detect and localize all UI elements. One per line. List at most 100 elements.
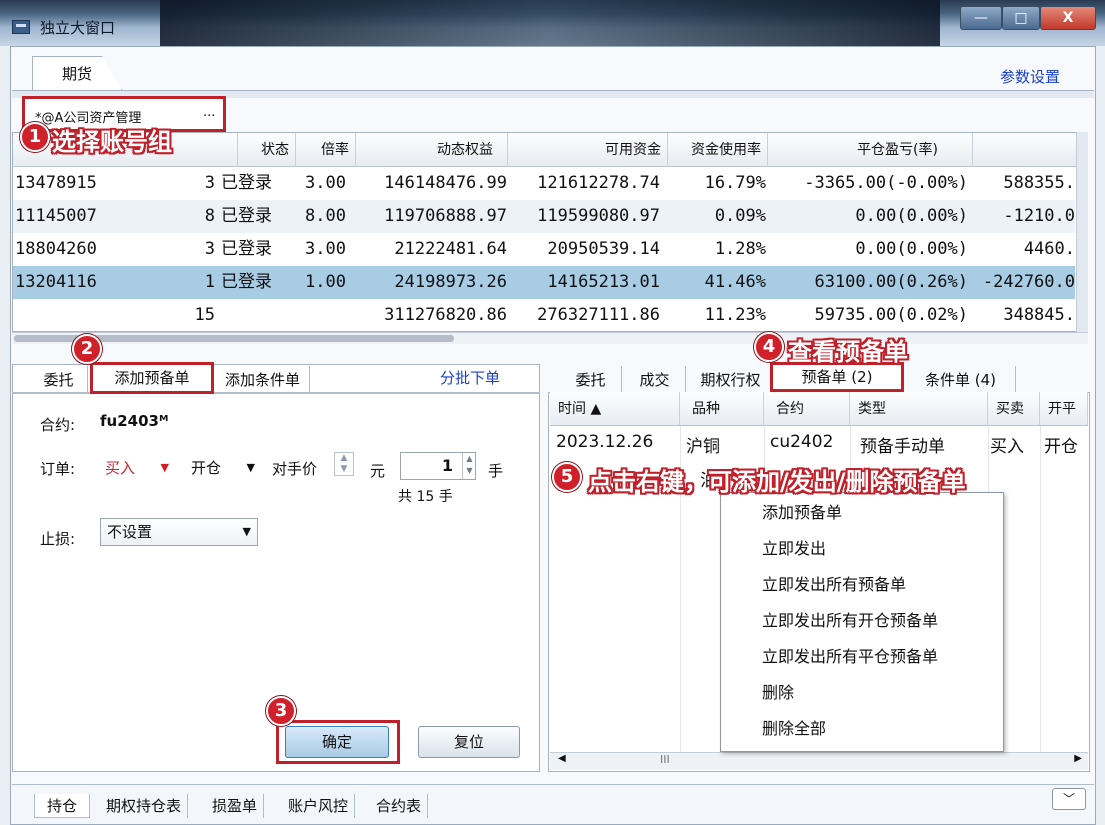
menu-send-all[interactable]: 立即发出所有预备单 (762, 572, 906, 598)
cell-pnl: -3365.00(-0.00%) (804, 173, 968, 193)
stoploss-label: 止损: (40, 530, 76, 548)
cell-pnl: 63100.00(0.26%) (814, 272, 968, 292)
reset-button[interactable]: 复位 (418, 726, 520, 758)
account-table-header: 状态 倍率 动态权益 可用资金 资金使用率 平仓盈亏(率) (13, 133, 1087, 167)
col-usage[interactable]: 资金使用率 (668, 133, 768, 167)
cell-available: 121612278.74 (537, 173, 660, 193)
col-contract[interactable]: 合约 (764, 392, 850, 426)
account-row[interactable]: 13478915 3 已登录 3.00 146148476.99 121612278.74… (13, 167, 1075, 200)
cell-extra: 348845. (1003, 305, 1075, 325)
callout-badge-3: 3 (266, 696, 296, 726)
col-type[interactable]: 类型 (850, 392, 988, 426)
cell-count: 3 (204, 173, 215, 193)
minimize-button[interactable]: — (960, 6, 1002, 30)
direction-dropdown[interactable]: 买入 ▼ (98, 454, 176, 482)
title-bar (0, 0, 1105, 46)
callout-badge-2: 2 (72, 334, 102, 364)
batch-order-link[interactable]: 分批下单 (440, 367, 500, 388)
account-total-row[interactable]: 15 311276820.86 276327111.86 11.23% 59735.00… (13, 299, 1075, 332)
tab-stop-orders[interactable]: 损盈单 (206, 794, 265, 818)
total-lots: 共 15 手 (398, 489, 453, 505)
cell-equity: 119706888.97 (384, 206, 507, 226)
col-close-pnl[interactable]: 平仓盈亏(率) (768, 133, 973, 167)
cell-status: 已登录 (221, 272, 272, 292)
contract-value[interactable]: fu2403ᴹ (100, 412, 168, 430)
callout-badge-4: 4 (754, 332, 784, 362)
cell-usage: 1.28% (714, 239, 766, 259)
offset-dropdown[interactable]: 开仓 ▼ (184, 454, 262, 482)
col-equity[interactable]: 动态权益 (356, 133, 508, 167)
row-time: 2023.12.26 (556, 432, 654, 452)
menu-send-now[interactable]: 立即发出 (762, 536, 826, 562)
tab-orders[interactable]: 委托 (560, 366, 622, 394)
cell-extra: 4460. (1023, 239, 1075, 259)
maximize-button[interactable]: □ (1002, 6, 1040, 30)
col-product[interactable]: 品种 (680, 392, 764, 426)
callout-badge-1: 1 (20, 122, 50, 152)
price-type[interactable]: 对手价 (272, 458, 317, 479)
callout-badge-5: 5 (552, 462, 582, 492)
close-button[interactable]: X (1040, 6, 1096, 30)
col-status[interactable]: 状态 (238, 133, 296, 167)
cell-status: 已登录 (221, 206, 272, 226)
menu-send-all-open[interactable]: 立即发出所有开仓预备单 (762, 608, 938, 634)
window-title: 独立大窗口 (40, 19, 116, 37)
cell-pnl: 59735.00(0.02%) (814, 305, 968, 325)
order-label: 订单: (40, 460, 76, 478)
col-offset[interactable]: 开平 (1040, 392, 1088, 426)
cell-count: 1 (204, 272, 215, 292)
callout-text-4: 查看预备单 (788, 338, 908, 366)
orders-horizontal-scrollbar[interactable]: ◀ III ▶ (550, 752, 1088, 770)
cell-equity: 24198973.26 (394, 272, 507, 292)
quantity-stepper[interactable]: ▲ ▼ (462, 453, 476, 479)
vertical-scrollbar[interactable] (1076, 132, 1088, 332)
cell-status: 已登录 (221, 239, 272, 259)
tab-option-exercise[interactable]: 期权行权 (690, 366, 772, 394)
cell-available: 119599080.97 (537, 206, 660, 226)
tab-trades[interactable]: 成交 (624, 366, 686, 394)
confirm-button[interactable]: 确定 (285, 726, 389, 758)
tab-add-conditional-order[interactable]: 添加条件单 (216, 366, 310, 394)
stoploss-dropdown[interactable]: 不设置 ▼ (100, 518, 258, 546)
account-row[interactable]: 11145007 8 已登录 8.00 119706888.97 119599080.97… (13, 200, 1075, 233)
tab-account-risk[interactable]: 账户风控 (282, 794, 356, 818)
cell-pnl: 0.00(0.00%) (855, 206, 968, 226)
col-available[interactable]: 可用资金 (508, 133, 668, 167)
col-rate[interactable]: 倍率 (296, 133, 356, 167)
col-side[interactable]: 买卖 (988, 392, 1040, 426)
cell-usage: 0.09% (714, 206, 766, 226)
account-row[interactable]: 18804260 3 已登录 3.00 21222481.64 20950539.14 1.… (13, 233, 1075, 266)
tab-order[interactable]: 委托 (30, 366, 88, 394)
tab-option-positions[interactable]: 期权持仓表 (100, 794, 189, 818)
row-product: 沪铜 (686, 437, 720, 457)
cell-available: 20950539.14 (547, 239, 660, 259)
cell-account: 13204116 (15, 272, 97, 292)
row-side: 买入 (990, 437, 1024, 457)
menu-delete-all[interactable]: 删除全部 (762, 716, 826, 742)
cell-status: 已登录 (221, 173, 272, 193)
param-settings-link[interactable]: 参数设置 (1000, 66, 1060, 87)
cell-count: 3 (204, 239, 215, 259)
menu-delete[interactable]: 删除 (762, 680, 794, 706)
app-window: 独立大窗口 — □ X 期货 参数设置 状态 倍率 动态权益 可用资金 资金使用… (0, 0, 1105, 825)
cell-account: 18804260 (15, 239, 97, 259)
menu-add-prepared[interactable]: 添加预备单 (762, 500, 842, 526)
tab-contracts[interactable]: 合约表 (370, 794, 429, 818)
menu-send-all-close[interactable]: 立即发出所有平仓预备单 (762, 644, 938, 670)
col-time[interactable]: 时间 ▲ (550, 392, 680, 426)
cell-account: 13478915 (15, 173, 97, 193)
row-type: 预备手动单 (860, 437, 945, 457)
price-spinner[interactable]: ▲ ▼ (334, 452, 354, 476)
account-group-more[interactable]: ... (203, 105, 215, 120)
cell-usage: 16.79% (704, 173, 766, 193)
price-unit: 元 (370, 462, 386, 480)
tab-conditional-orders[interactable]: 条件单 (4) (906, 366, 1016, 394)
expand-chevron-icon[interactable]: ﹀ (1052, 788, 1086, 810)
horizontal-scrollbar[interactable] (12, 332, 1088, 344)
tab-add-prepared-order[interactable]: 添加预备单 (90, 362, 214, 394)
cell-equity: 146148476.99 (384, 173, 507, 193)
account-row[interactable]: 13204116 1 已登录 1.00 24198973.26 14165213.01 41… (13, 266, 1075, 299)
app-icon (12, 20, 30, 34)
tab-positions[interactable]: 持仓 (34, 794, 91, 818)
cell-extra: -1210.0 (1003, 206, 1075, 226)
